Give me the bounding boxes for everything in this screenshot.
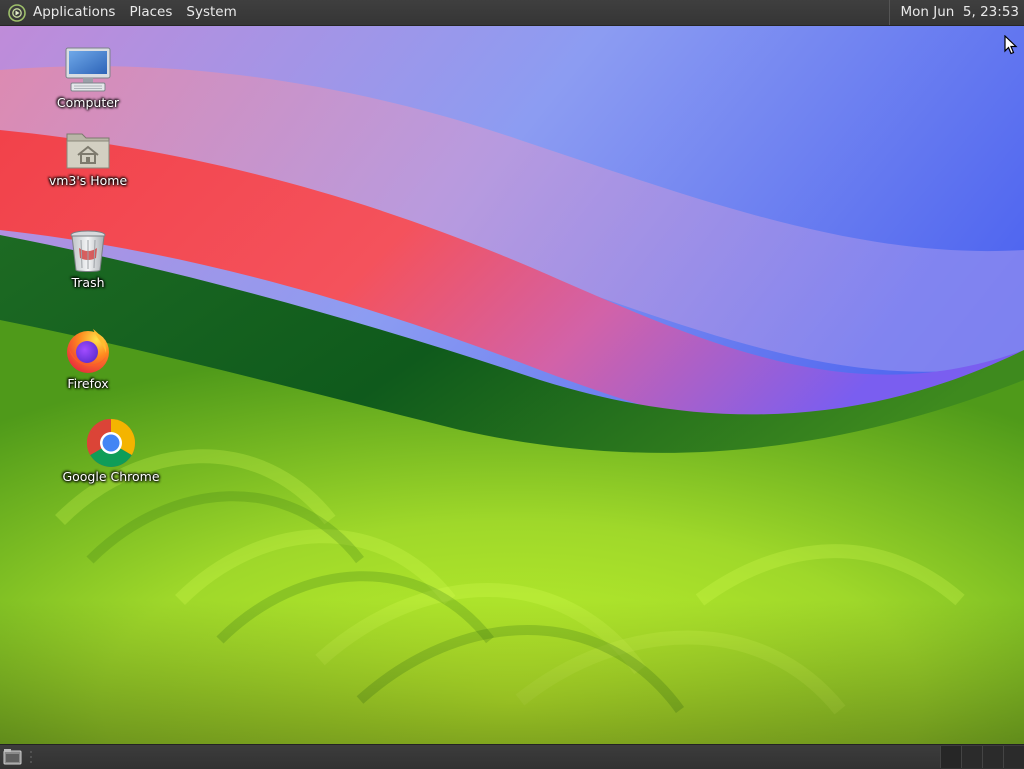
- trash-icon: [70, 230, 106, 272]
- workspace-3[interactable]: [982, 746, 1003, 768]
- desktop-icon-label: Firefox: [67, 376, 109, 391]
- desktop-icon-label: Trash: [71, 275, 105, 290]
- desktop-icon-label: vm3's Home: [48, 173, 128, 188]
- mouse-cursor-icon: [1004, 35, 1018, 55]
- desktop-icon-label: Google Chrome: [62, 469, 160, 484]
- clock[interactable]: Mon Jun 5, 23:53: [889, 0, 1024, 25]
- chrome-icon: [86, 419, 136, 468]
- firefox-icon: [67, 329, 109, 373]
- home-folder-icon: [66, 133, 110, 169]
- system-menu[interactable]: System: [179, 0, 243, 25]
- desktop-icon-computer[interactable]: Computer: [33, 46, 143, 110]
- workspace-1[interactable]: [940, 746, 961, 768]
- workspace-4[interactable]: [1003, 746, 1024, 768]
- workspace-switcher[interactable]: [940, 745, 1024, 769]
- panel-grip: [30, 751, 32, 763]
- computer-icon: [65, 47, 111, 92]
- desktop-icon-label: Computer: [56, 95, 120, 110]
- applications-menu[interactable]: Applications: [29, 0, 122, 25]
- distro-logo-icon[interactable]: [5, 1, 29, 25]
- desktop-icon-google-chrome[interactable]: Google Chrome: [56, 418, 166, 484]
- workspace-2[interactable]: [961, 746, 982, 768]
- desktop-icon-trash[interactable]: Trash: [33, 228, 143, 290]
- top-panel: Applications Places System Mon Jun 5, 23…: [0, 0, 1024, 26]
- desktop-wallpaper: [0, 0, 1024, 768]
- places-menu[interactable]: Places: [122, 0, 179, 25]
- desktop-icon-home[interactable]: vm3's Home: [33, 128, 143, 188]
- bottom-panel: [0, 744, 1024, 769]
- desktop-icon-firefox[interactable]: Firefox: [33, 325, 143, 391]
- show-desktop-icon[interactable]: [3, 748, 23, 766]
